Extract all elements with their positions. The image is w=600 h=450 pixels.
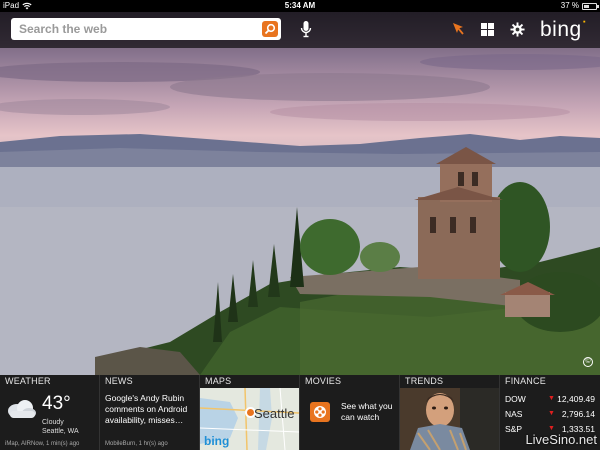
maps-panel[interactable]: MAPS Seattle bing [200,375,300,450]
copyright-icon[interactable]: © [583,357,593,367]
news-panel[interactable]: NEWS Google's Andy Rubin comments on And… [100,375,200,450]
search-input[interactable] [11,18,261,40]
gear-icon[interactable] [510,22,525,37]
finance-symbol: NAS [505,409,523,419]
map-bing-logo: bing [204,434,230,448]
status-time: 5:34 AM [284,1,316,10]
location-arrow-icon[interactable] [451,21,465,37]
movies-panel-title: MOVIES [300,375,399,388]
finance-symbol: DOW [505,394,526,404]
top-toolbar: bing˙ [0,12,600,48]
battery-icon [582,2,599,10]
weather-panel-title: WEATHER [0,375,99,388]
film-reel-icon [310,402,330,422]
map-thumbnail[interactable]: Seattle bing [200,388,299,450]
search-icon [264,23,276,35]
finance-row-dow[interactable]: DOW ▼ 12,409.49 [505,393,597,405]
movies-panel[interactable]: MOVIES See what you can watch [300,375,400,450]
finance-panel-title: FINANCE [500,375,600,388]
apps-grid-icon[interactable] [481,23,494,36]
search-button[interactable] [262,21,278,37]
finance-symbol: S&P [505,424,523,434]
bottom-panels: WEATHER 43° Cloudy Seattle, WA iMap, AIR… [0,375,600,450]
maps-panel-title: MAPS [200,375,299,388]
finance-value: 2,796.14 [561,409,595,419]
finance-value: 12,409.49 [557,394,595,404]
weather-panel[interactable]: WEATHER 43° Cloudy Seattle, WA iMap, AIR… [0,375,100,450]
trends-panel-title: TRENDS [400,375,499,388]
microphone-icon[interactable] [299,20,313,40]
trends-panel[interactable]: TRENDS [400,375,500,450]
finance-row-nas[interactable]: NAS ▼ 2,796.14 [505,408,597,420]
watermark: LiveSino.net [525,432,597,447]
news-source: MobileBurn, 1 hr(s) ago [105,441,168,447]
bing-logo[interactable]: bing˙ [540,18,589,42]
homepage-background-image: © [0,12,600,375]
lake-church-scene [0,54,600,375]
movies-cta-text[interactable]: See what you can watch [341,401,396,423]
weather-source: iMap, AIRNow, 1 min(s) ago [5,441,80,447]
weather-temperature: 43° [42,393,71,414]
news-headline[interactable]: Google's Andy Rubin comments on Android … [105,393,197,426]
weather-location: Seattle, WA [42,428,79,435]
status-bar: iPad 5:34 AM 37 % [0,0,600,12]
down-arrow-icon: ▼ [548,395,555,402]
weather-condition: Cloudy [42,419,64,426]
battery-percent: 37 % [560,1,579,10]
map-city-label: Seattle [254,406,295,421]
cloud-icon [8,400,36,418]
search-box[interactable] [11,18,281,40]
finance-panel[interactable]: FINANCE DOW ▼ 12,409.49 NAS ▼ 2,796.14 S… [500,375,600,450]
down-arrow-icon: ▼ [548,410,555,417]
news-panel-title: NEWS [100,375,199,388]
trend-photo[interactable] [400,388,500,450]
